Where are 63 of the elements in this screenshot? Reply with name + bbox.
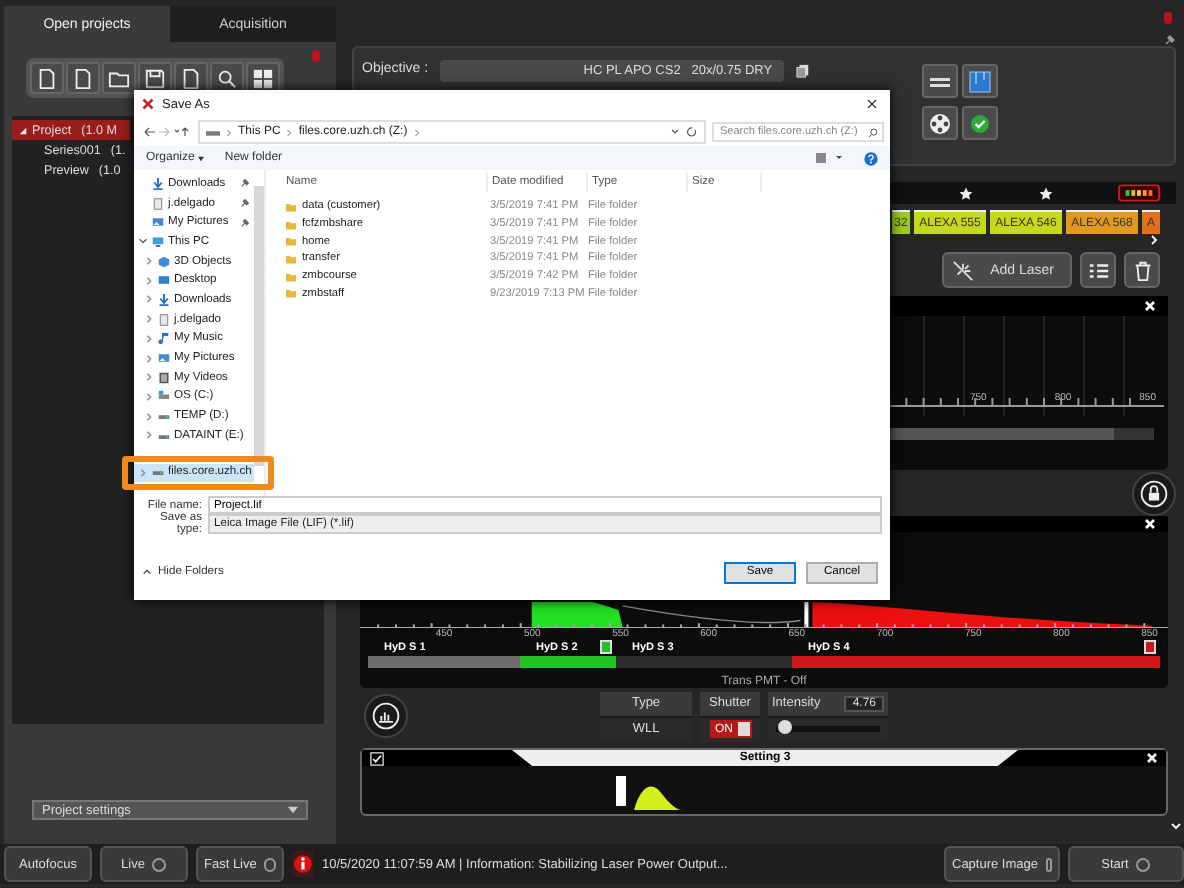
- grid-icon: [252, 67, 274, 89]
- toolbar-button[interactable]: [30, 62, 64, 94]
- chevron-up-icon: [142, 568, 152, 576]
- cube-icon: [158, 255, 170, 268]
- toolbar-button[interactable]: [102, 62, 136, 94]
- document-icon: [152, 197, 164, 210]
- info-icon: [292, 850, 314, 878]
- expanded-triangle-icon[interactable]: [18, 125, 28, 135]
- list-icon: [1087, 259, 1109, 281]
- picture-icon: [158, 352, 170, 365]
- trash-icon: [1131, 259, 1153, 281]
- reel-button[interactable]: [922, 106, 958, 140]
- laser-line-drawing: [616, 774, 684, 810]
- chevron-down-icon[interactable]: [138, 236, 148, 247]
- pin-icon[interactable]: [1164, 34, 1176, 46]
- download-icon: [158, 293, 170, 306]
- check-icon: [968, 111, 992, 135]
- refresh-icon[interactable]: [670, 126, 698, 138]
- scrollbar[interactable]: [254, 186, 264, 466]
- close-icon[interactable]: [866, 98, 878, 110]
- navigation-arrows-icon[interactable]: [142, 126, 192, 138]
- document-icon: [72, 67, 94, 89]
- picture-icon: [152, 216, 164, 229]
- film-reel-icon: [928, 111, 952, 135]
- copy-icon[interactable]: [796, 63, 811, 77]
- checkbox[interactable]: [370, 751, 384, 765]
- drive-icon: [158, 390, 170, 403]
- signal-meter-icon: [1118, 184, 1160, 202]
- histogram-button[interactable]: [364, 694, 408, 738]
- document-icon: [158, 313, 170, 326]
- view-options-icon[interactable]: [816, 152, 844, 164]
- document-icon: [180, 67, 202, 89]
- film-icon: [158, 371, 170, 384]
- drive-icon: [152, 466, 164, 479]
- slider-button[interactable]: [922, 64, 958, 98]
- confirm-button[interactable]: [962, 106, 998, 140]
- drive-icon: [158, 410, 170, 423]
- laser-burst-icon: [952, 259, 975, 281]
- histogram-icon: [372, 702, 400, 730]
- slider-thumb[interactable]: [777, 720, 792, 734]
- search-icon: [216, 67, 238, 89]
- desktop-icon: [158, 274, 170, 287]
- toolbar-button[interactable]: [66, 62, 100, 94]
- image-button[interactable]: [962, 64, 998, 98]
- star-icon[interactable]: [1038, 185, 1054, 201]
- download-icon: [152, 177, 164, 190]
- folder-icon: [108, 67, 130, 89]
- padlock-icon: [1140, 479, 1168, 507]
- list-button[interactable]: [1080, 252, 1116, 288]
- drive-icon: [158, 429, 170, 442]
- lock-button[interactable]: [1132, 471, 1176, 515]
- music-note-icon: [158, 332, 170, 345]
- delete-button[interactable]: [1124, 252, 1160, 288]
- help-icon[interactable]: [864, 151, 878, 165]
- image-panel-icon: [968, 69, 992, 93]
- app-icon: [142, 98, 154, 110]
- computer-icon: [152, 235, 164, 248]
- document-icon: [36, 67, 58, 89]
- drive-icon: [206, 127, 220, 137]
- active-indicator[interactable]: [1144, 640, 1156, 654]
- caret-down-icon: [288, 806, 298, 814]
- star-icon[interactable]: [958, 185, 974, 201]
- caret-down-icon: [198, 155, 205, 161]
